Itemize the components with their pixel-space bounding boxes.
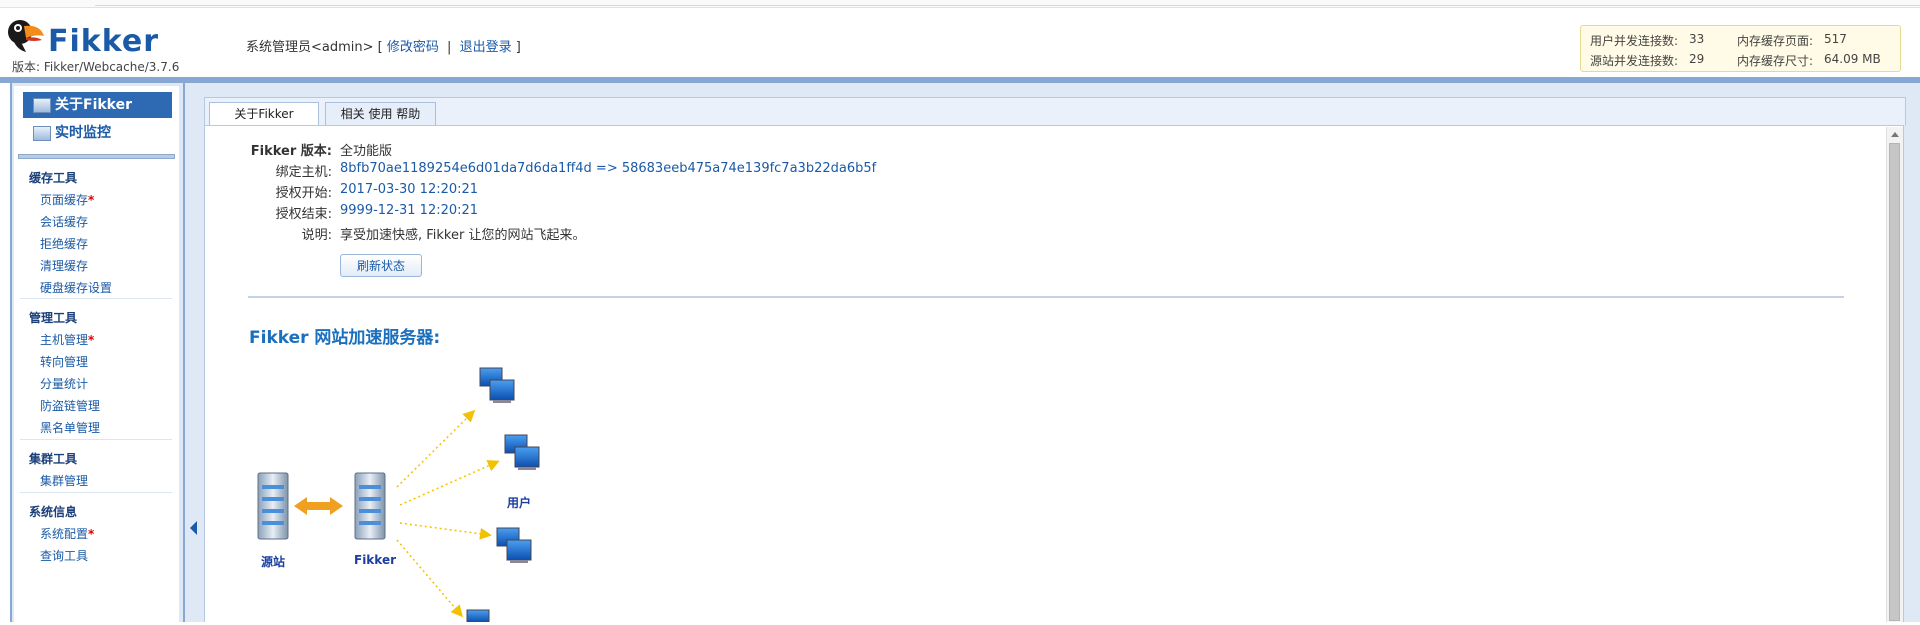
mem-size-value: 64.09 MB [1824, 52, 1881, 66]
required-star: * [88, 527, 95, 541]
description-value: 享受加速快感, Fikker 让您的网站飞起来。 [340, 228, 586, 243]
bracket-close: ] [515, 40, 521, 55]
logout-link[interactable]: 退出登录 [460, 40, 512, 55]
version-text: 版本: Fikker/Webcache/3.7.6 [12, 60, 180, 74]
users-label: 用户 [507, 496, 532, 510]
user-conn-value: 33 [1689, 32, 1705, 46]
license-start-label: 授权开始: [275, 186, 332, 201]
group-title-cache: 缓存工具 [29, 171, 78, 185]
sidebar-item-redirect-management[interactable]: 转向管理 [40, 353, 88, 370]
description-label: 说明: [301, 228, 332, 243]
user-conn-label: 用户并发连接数: [1590, 34, 1679, 48]
nav-realtime-monitor[interactable]: 实时监控 [23, 120, 172, 146]
mem-size-label: 内存缓存尺寸: [1737, 54, 1814, 68]
sidebar: 关于Fikker 实时监控 缓存工具 页面缓存* 会话缓存 拒绝缓存 清理缓存 … [14, 86, 179, 622]
sidebar-item-label: 清理缓存 [40, 259, 89, 273]
sidebar-item-page-cache[interactable]: 页面缓存* [40, 191, 94, 208]
origin-server-icon [257, 472, 289, 540]
user-label: 系统管理员<admin> [246, 40, 374, 55]
origin-conn-value: 29 [1689, 52, 1705, 66]
sidebar-item-label: 硬盘缓存设置 [40, 281, 113, 295]
sidebar-item-label: 集群管理 [40, 474, 89, 488]
vertical-scrollbar[interactable] [1886, 127, 1903, 622]
sidebar-item-host-management[interactable]: 主机管理* [40, 331, 94, 348]
sidebar-item-query-tools[interactable]: 查询工具 [40, 547, 88, 564]
bracket-open: [ [377, 40, 383, 55]
nav-divider [18, 154, 175, 159]
group-separator [20, 298, 172, 299]
fikker-label: Fikker [354, 553, 397, 567]
mem-pages-value: 517 [1824, 32, 1847, 46]
group-title-system: 系统信息 [29, 505, 78, 519]
bound-host-value: 8bfb70ae1189254e6d01da7d6da1ff4d => 5868… [340, 161, 877, 176]
sidebar-item-label: 转向管理 [40, 355, 89, 369]
sidebar-item-reject-cache[interactable]: 拒绝缓存 [40, 235, 88, 252]
tab-about-fikker[interactable]: 关于Fikker [209, 102, 319, 126]
sidebar-item-session-cache[interactable]: 会话缓存 [40, 213, 88, 230]
sidebar-item-label: 防盗链管理 [40, 399, 101, 413]
required-star: * [88, 333, 95, 347]
refresh-status-button[interactable]: 刷新状态 [340, 254, 422, 277]
scrollbar-thumb[interactable] [1889, 143, 1900, 621]
brand-name: Fikker [48, 24, 160, 59]
tab-help[interactable]: 相关 使用 帮助 [325, 102, 436, 125]
version-label: Fikker 版本: [250, 144, 332, 159]
origin-label: 源站 [261, 555, 286, 569]
sidebar-item-hotlink-protection[interactable]: 防盗链管理 [40, 397, 100, 414]
user-computer-icon [504, 434, 540, 470]
sidebar-item-label: 黑名单管理 [40, 421, 101, 435]
sidebar-item-disk-cache-settings[interactable]: 硬盘缓存设置 [40, 279, 112, 296]
toucan-logo-icon [8, 20, 44, 52]
group-separator [20, 492, 172, 493]
content-divider [248, 296, 1844, 298]
user-computer-icon [496, 527, 532, 563]
license-start-value: 2017-03-30 12:20:21 [340, 182, 479, 197]
monitor-icon [33, 126, 51, 141]
bound-host-label: 绑定主机: [275, 165, 332, 180]
sidebar-splitter[interactable] [185, 83, 203, 622]
sidebar-item-label: 会话缓存 [40, 215, 89, 229]
stats-panel: 用户并发连接数: 33 内存缓存页面: 517 源站并发连接数: 29 内存缓存… [1580, 25, 1901, 72]
sidebar-item-label: 页面缓存 [40, 193, 89, 207]
about-icon [33, 98, 51, 113]
nav-about-label: 关于Fikker [55, 97, 133, 113]
collapse-sidebar-icon[interactable] [190, 521, 197, 535]
required-star: * [88, 193, 95, 207]
license-end-label: 授权结束: [275, 207, 332, 222]
nav-about-fikker[interactable]: 关于Fikker [23, 92, 172, 118]
network-diagram: 源站 Fikker 用户 [245, 360, 565, 623]
tab-bar [204, 97, 1906, 126]
browser-top-strip [0, 0, 1920, 8]
sync-arrow-icon [294, 497, 343, 515]
link-separator: | [447, 40, 452, 55]
sidebar-item-label: 分量统计 [40, 377, 89, 391]
network-diagram-svg [257, 367, 540, 623]
change-password-link[interactable]: 修改密码 [387, 40, 439, 55]
user-computer-icon [466, 609, 490, 623]
version-value: 全功能版 [340, 144, 393, 159]
group-separator [20, 439, 172, 440]
group-title-manage: 管理工具 [29, 311, 78, 325]
origin-conn-label: 源站并发连接数: [1590, 54, 1679, 68]
fikker-server-icon [354, 472, 386, 540]
nav-monitor-label: 实时监控 [55, 125, 111, 141]
diagram-title: Fikker 网站加速服务器: [249, 328, 441, 348]
sidebar-item-blacklist[interactable]: 黑名单管理 [40, 419, 100, 436]
user-bar: 系统管理员<admin> [ 修改密码 | 退出登录 ] [246, 36, 521, 55]
sidebar-item-cluster-management[interactable]: 集群管理 [40, 472, 88, 489]
sidebar-item-clear-cache[interactable]: 清理缓存 [40, 257, 88, 274]
sidebar-item-label: 拒绝缓存 [40, 237, 89, 251]
sidebar-item-traffic-stats[interactable]: 分量统计 [40, 375, 88, 392]
group-title-cluster: 集群工具 [29, 452, 78, 466]
sidebar-item-label: 查询工具 [40, 549, 89, 563]
browser-top-line [95, 0, 1920, 6]
sidebar-item-label: 主机管理 [40, 333, 89, 347]
scroll-up-icon[interactable] [1891, 132, 1899, 137]
user-computer-icon [479, 367, 515, 403]
sidebar-item-system-config[interactable]: 系统配置* [40, 525, 94, 542]
mem-pages-label: 内存缓存页面: [1737, 34, 1814, 48]
fikker-logo: Fikker [6, 16, 206, 60]
sidebar-item-label: 系统配置 [40, 527, 89, 541]
license-end-value: 9999-12-31 12:20:21 [340, 203, 479, 218]
